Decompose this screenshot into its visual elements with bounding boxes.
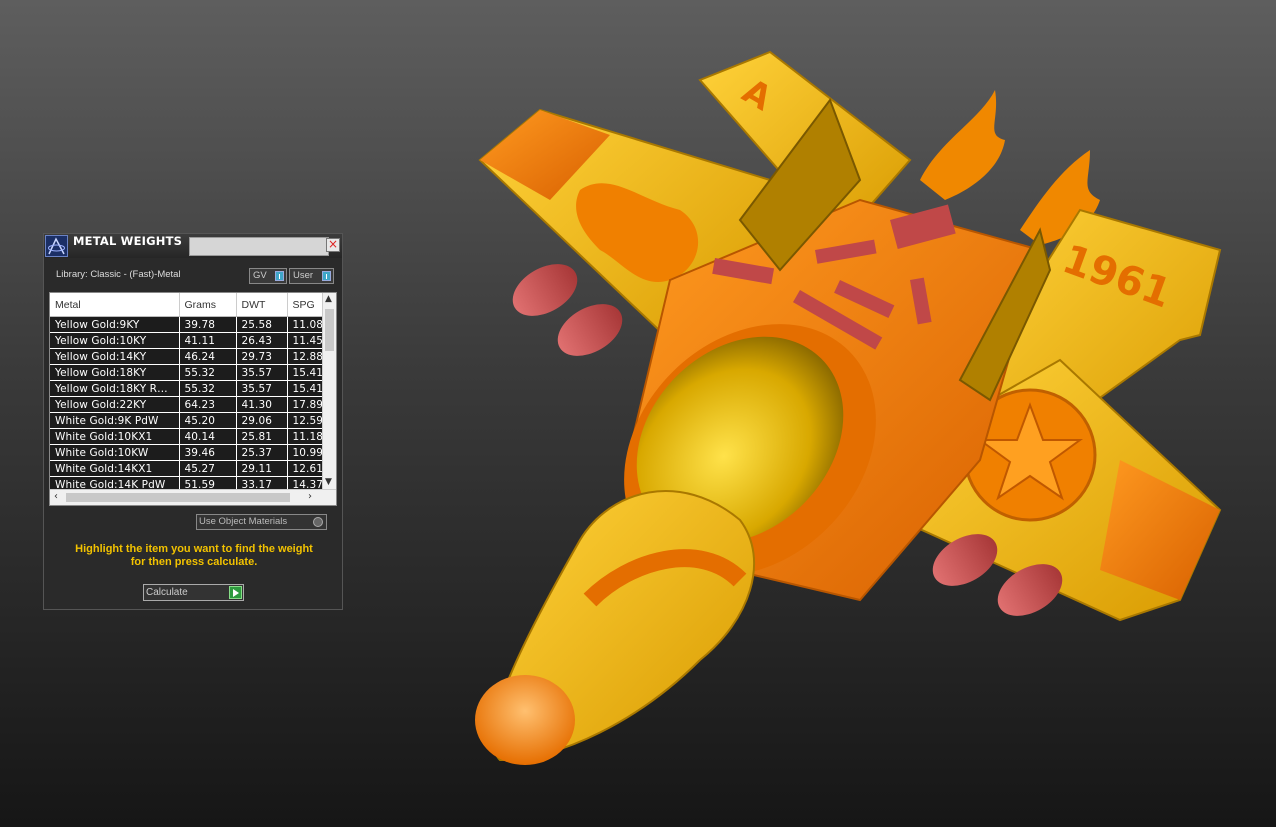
table-row[interactable]: Yellow Gold:18KY 55.32 35.57 15.41: [50, 364, 324, 381]
gv-toggle-label: GV: [253, 270, 267, 281]
cell-metal: Yellow Gold:10KY: [50, 332, 180, 349]
metal-weights-panel: METAL WEIGHTS × Library: Classic - (Fast…: [43, 233, 343, 610]
scroll-right-icon[interactable]: ›: [308, 491, 312, 502]
cell-spg: 10.99: [287, 444, 324, 461]
user-toggle-label: User: [293, 270, 314, 281]
vertical-scrollbar[interactable]: ▲ ▼: [322, 293, 336, 490]
use-object-materials-radio[interactable]: [313, 517, 323, 527]
cell-dwt: 29.73: [236, 348, 288, 365]
cell-grams: 45.27: [179, 460, 237, 477]
table-row[interactable]: Yellow Gold:14KY 46.24 29.73 12.88: [50, 348, 324, 365]
table-row[interactable]: Yellow Gold:9KY 39.78 25.58 11.08: [50, 316, 324, 333]
instruction-line-2: for then press calculate.: [130, 556, 258, 568]
column-header-metal[interactable]: Metal: [50, 293, 180, 317]
play-arrow-icon: [229, 586, 242, 599]
cell-grams: 39.78: [179, 316, 237, 333]
jet-plane-model: A 1961: [475, 50, 1222, 765]
cell-dwt: 25.81: [236, 428, 288, 445]
cell-grams: 46.24: [179, 348, 237, 365]
scroll-up-icon[interactable]: ▲: [325, 294, 332, 304]
scroll-left-icon[interactable]: ‹: [54, 491, 58, 502]
horizontal-scroll-thumb[interactable]: [66, 493, 290, 502]
cell-metal: White Gold:9K PdW: [50, 412, 180, 429]
gv-toggle-knob: [275, 271, 284, 281]
cell-spg: 12.88: [287, 348, 324, 365]
cell-dwt: 29.11: [236, 460, 288, 477]
table-row[interactable]: White Gold:14KX1 45.27 29.11 12.61: [50, 460, 324, 477]
cell-dwt: 41.30: [236, 396, 288, 413]
cell-spg: 17.89: [287, 396, 324, 413]
cell-grams: 45.20: [179, 412, 237, 429]
cell-metal: White Gold:10KX1: [50, 428, 180, 445]
cell-grams: 40.14: [179, 428, 237, 445]
table-row[interactable]: White Gold:10KX1 40.14 25.81 11.18: [50, 428, 324, 445]
cell-spg: 15.41: [287, 364, 324, 381]
cell-dwt: 25.58: [236, 316, 288, 333]
cell-dwt: 35.57: [236, 380, 288, 397]
cell-metal: Yellow Gold:14KY: [50, 348, 180, 365]
metal-table: Metal Grams DWT SPG Yellow Gold:9KY 39.78…: [49, 292, 337, 506]
user-toggle[interactable]: User: [289, 268, 334, 284]
library-label: Library: Classic - (Fast)-Metal: [56, 269, 181, 280]
table-row[interactable]: White Gold:9K PdW 45.20 29.06 12.59: [50, 412, 324, 429]
cell-dwt: 35.57: [236, 364, 288, 381]
cell-metal: Yellow Gold:18KY: [50, 364, 180, 381]
table-row[interactable]: White Gold:10KW 39.46 25.37 10.99: [50, 444, 324, 461]
app-logo-icon: [45, 235, 68, 257]
instruction-text: Highlight the item you want to find the …: [52, 543, 336, 569]
scroll-down-icon[interactable]: ▼: [325, 477, 332, 487]
cell-metal: White Gold:10KW: [50, 444, 180, 461]
calculate-label: Calculate: [146, 587, 188, 598]
cell-spg: 11.18: [287, 428, 324, 445]
cell-spg: 12.61: [287, 460, 324, 477]
use-object-materials-label: Use Object Materials: [199, 516, 288, 527]
calculate-button[interactable]: Calculate: [143, 584, 244, 601]
cell-metal: White Gold:14KX1: [50, 460, 180, 477]
use-object-materials-option[interactable]: Use Object Materials: [196, 514, 327, 530]
cell-grams: 39.46: [179, 444, 237, 461]
cell-metal: Yellow Gold:9KY: [50, 316, 180, 333]
cell-grams: 55.32: [179, 364, 237, 381]
panel-titlebar[interactable]: METAL WEIGHTS ×: [44, 234, 342, 258]
column-header-spg[interactable]: SPG: [287, 293, 324, 317]
cell-grams: 64.23: [179, 396, 237, 413]
cell-metal: Yellow Gold:18KY R…: [50, 380, 180, 397]
gv-toggle[interactable]: GV: [249, 268, 287, 284]
vertical-scroll-thumb[interactable]: [325, 309, 334, 351]
column-header-grams[interactable]: Grams: [179, 293, 237, 317]
table-row[interactable]: Yellow Gold:22KY 64.23 41.30 17.89: [50, 396, 324, 413]
horizontal-scrollbar[interactable]: ‹ ›: [50, 489, 336, 505]
cell-spg: 11.45: [287, 332, 324, 349]
cell-grams: 55.32: [179, 380, 237, 397]
cell-spg: 12.59: [287, 412, 324, 429]
table-header-row: Metal Grams DWT SPG: [50, 293, 324, 317]
column-header-dwt[interactable]: DWT: [236, 293, 288, 317]
user-toggle-knob: [322, 271, 331, 281]
title-bar-fill: [189, 237, 329, 256]
instruction-line-1: Highlight the item you want to find the …: [75, 543, 313, 555]
cell-dwt: 26.43: [236, 332, 288, 349]
table-row[interactable]: Yellow Gold:18KY R… 55.32 35.57 15.41: [50, 380, 324, 397]
cell-spg: 15.41: [287, 380, 324, 397]
cell-grams: 41.11: [179, 332, 237, 349]
cell-metal: Yellow Gold:22KY: [50, 396, 180, 413]
panel-title: METAL WEIGHTS: [73, 234, 183, 248]
cell-dwt: 29.06: [236, 412, 288, 429]
close-button[interactable]: ×: [326, 238, 340, 252]
table-row[interactable]: Yellow Gold:10KY 41.11 26.43 11.45: [50, 332, 324, 349]
cell-spg: 11.08: [287, 316, 324, 333]
cell-dwt: 25.37: [236, 444, 288, 461]
